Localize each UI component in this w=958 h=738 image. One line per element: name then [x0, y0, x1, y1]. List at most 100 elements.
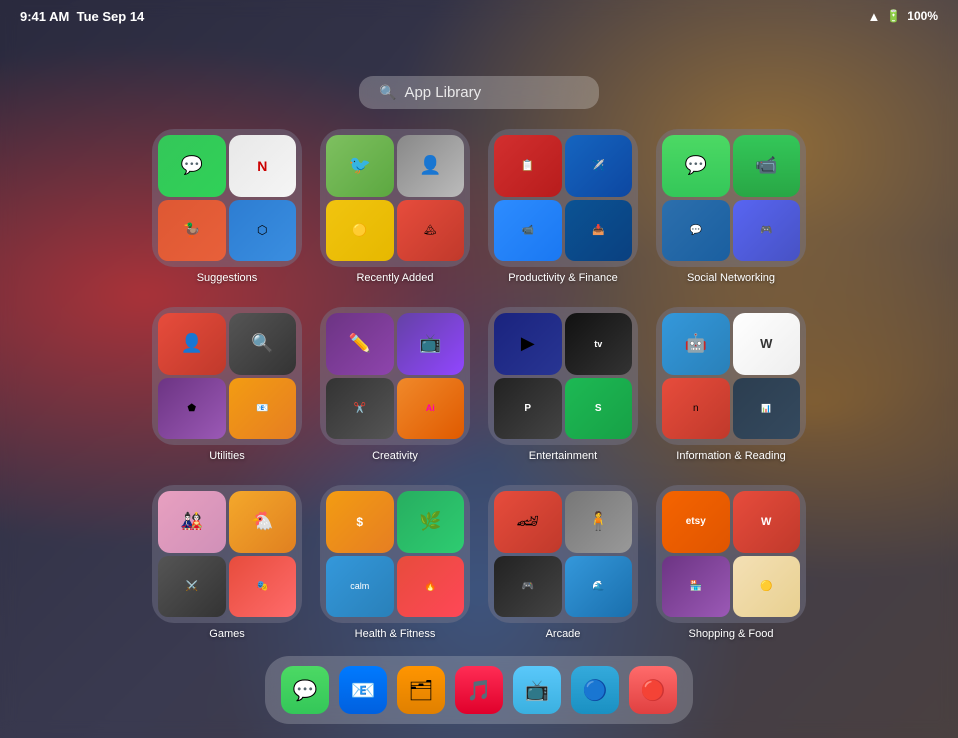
category-entertainment[interactable]: ▶ tv P S Entertainment: [488, 307, 638, 467]
status-time: 9:41 AM Tue Sep 14: [20, 9, 144, 24]
app-icon-widgetsmith: ⬡: [229, 200, 297, 262]
dock: 💬 📧 🗂 🎵 📺 🔵 🔴: [265, 656, 693, 724]
category-health[interactable]: $ 🌿 calm 🔥 Health & Fitness: [320, 485, 470, 645]
app-icon-discord: 🎮: [733, 200, 801, 262]
app-icon-cnbc: 📊: [733, 378, 801, 440]
app-icon-facetime: 📹: [733, 135, 801, 197]
app-icon-zoom: 📹: [494, 200, 562, 262]
folder-productivity: 📋 ✈️ 📹 📥: [488, 129, 638, 267]
folder-information: 🤖 W n 📊: [656, 307, 806, 445]
folder-recently: 🐦 👤 🟡 🏔: [320, 129, 470, 267]
folder-creativity: ✏️ 📺 ✂️ Ai: [320, 307, 470, 445]
app-icon-messages: 💬: [662, 135, 730, 197]
app-icon-pockettv: P: [494, 378, 562, 440]
app-icon-game4: 🎭: [229, 556, 297, 618]
label-utilities: Utilities: [209, 450, 244, 462]
app-icon-recently-3: 🟡: [326, 200, 394, 262]
label-games: Games: [209, 628, 244, 640]
app-icon-fiit: 🔥: [397, 556, 465, 618]
app-icon-game2: 🐔: [229, 491, 297, 553]
dock-icon-1[interactable]: 💬: [281, 666, 329, 714]
dock-icon-2[interactable]: 📧: [339, 666, 387, 714]
app-icon-duckduckgo: 🦆: [158, 200, 226, 262]
app-icon-office: 📋: [494, 135, 562, 197]
status-bar: 9:41 AM Tue Sep 14 ▲ 🔋 100%: [0, 0, 958, 32]
folder-utilities: 👤 🔍 ⬟ 📧: [152, 307, 302, 445]
label-arcade: Arcade: [546, 628, 581, 640]
category-productivity[interactable]: 📋 ✈️ 📹 📥 Productivity & Finance: [488, 129, 638, 289]
app-icon-shortcuts: ⬟: [158, 378, 226, 440]
app-icon-arcade2: 🧍: [565, 491, 633, 553]
dock-icon-6[interactable]: 🔵: [571, 666, 619, 714]
app-icon-recently-4: 🏔: [397, 200, 465, 262]
app-icon-calm: calm: [326, 556, 394, 618]
category-recently[interactable]: 🐦 👤 🟡 🏔 Recently Added: [320, 129, 470, 289]
wifi-icon: ▲: [867, 9, 880, 24]
categories-grid: 💬 N 🦆 ⬡ Suggestions 🐦 👤 🟡 🏔 Recently Add…: [132, 129, 826, 645]
battery-level: 100%: [907, 9, 938, 23]
category-utilities[interactable]: 👤 🔍 ⬟ 📧 Utilities: [152, 307, 302, 467]
category-information[interactable]: 🤖 W n 📊 Information & Reading: [656, 307, 806, 467]
app-icon-darkroom: ✂️: [326, 378, 394, 440]
folder-games: 🎎 🐔 ⚔️ 🎭: [152, 485, 302, 623]
app-icon-replika: 🤖: [662, 313, 730, 375]
app-icon-wikipedia: W: [733, 313, 801, 375]
label-social: Social Networking: [687, 272, 775, 284]
search-icon: 🔍: [379, 84, 396, 101]
folder-social: 💬 📹 💬 🎮: [656, 129, 806, 267]
app-icon-vectornator: ✏️: [326, 313, 394, 375]
app-icon-dropbox: 📥: [565, 200, 633, 262]
app-icon-game3: ⚔️: [158, 556, 226, 618]
label-creativity: Creativity: [372, 450, 418, 462]
app-icon-messages: 💬: [158, 135, 226, 197]
app-icon-lumi: 🌿: [397, 491, 465, 553]
category-shopping[interactable]: etsy W 🏪 🟡 Shopping & Food: [656, 485, 806, 645]
app-icon-notchify: N: [229, 135, 297, 197]
dock-icon-3[interactable]: 🗂: [397, 666, 445, 714]
app-icon-game1: 🎎: [158, 491, 226, 553]
app-icon-spendings: $: [326, 491, 394, 553]
app-icon-appletv: tv: [565, 313, 633, 375]
label-information: Information & Reading: [676, 450, 785, 462]
category-creativity[interactable]: ✏️ 📺 ✂️ Ai Creativity: [320, 307, 470, 467]
folder-entertainment: ▶ tv P S: [488, 307, 638, 445]
app-icon-arcade1: 🏎: [494, 491, 562, 553]
app-icon-signal: 💬: [662, 200, 730, 262]
label-entertainment: Entertainment: [529, 450, 597, 462]
app-icon-loupe: 🔍: [229, 313, 297, 375]
label-suggestions: Suggestions: [197, 272, 258, 284]
label-recently: Recently Added: [356, 272, 433, 284]
label-health: Health & Fitness: [355, 628, 436, 640]
app-icon-contacts: 👤: [158, 313, 226, 375]
app-icon-shazam: S: [565, 378, 633, 440]
search-placeholder: App Library: [404, 84, 481, 101]
app-icon-illustrator: Ai: [397, 378, 465, 440]
category-suggestions[interactable]: 💬 N 🦆 ⬡ Suggestions: [152, 129, 302, 289]
search-bar[interactable]: 🔍 App Library: [359, 76, 599, 109]
app-icon-store1: 🏪: [662, 556, 730, 618]
app-icon-recently-2: 👤: [397, 135, 465, 197]
app-icon-etsy: etsy: [662, 491, 730, 553]
category-social[interactable]: 💬 📹 💬 🎮 Social Networking: [656, 129, 806, 289]
app-icon-twitch: 📺: [397, 313, 465, 375]
label-shopping: Shopping & Food: [688, 628, 773, 640]
battery-icon: 🔋: [886, 9, 901, 23]
folder-arcade: 🏎 🧍 🎮 🌊: [488, 485, 638, 623]
app-icon-news: n: [662, 378, 730, 440]
dock-icon-5[interactable]: 📺: [513, 666, 561, 714]
app-icon-paramount: ▶: [494, 313, 562, 375]
app-icon-store2: 🟡: [733, 556, 801, 618]
status-right: ▲ 🔋 100%: [867, 9, 938, 24]
app-icon-walgreens: W: [733, 491, 801, 553]
dock-icon-7[interactable]: 🔴: [629, 666, 677, 714]
app-icon-mail: 📧: [229, 378, 297, 440]
category-games[interactable]: 🎎 🐔 ⚔️ 🎭 Games: [152, 485, 302, 645]
dock-icon-4[interactable]: 🎵: [455, 666, 503, 714]
category-arcade[interactable]: 🏎 🧍 🎮 🌊 Arcade: [488, 485, 638, 645]
app-icon-arcade3: 🎮: [494, 556, 562, 618]
app-icon-arcade4: 🌊: [565, 556, 633, 618]
app-icon-recently-1: 🐦: [326, 135, 394, 197]
folder-health: $ 🌿 calm 🔥: [320, 485, 470, 623]
folder-shopping: etsy W 🏪 🟡: [656, 485, 806, 623]
app-icon-spark: ✈️: [565, 135, 633, 197]
